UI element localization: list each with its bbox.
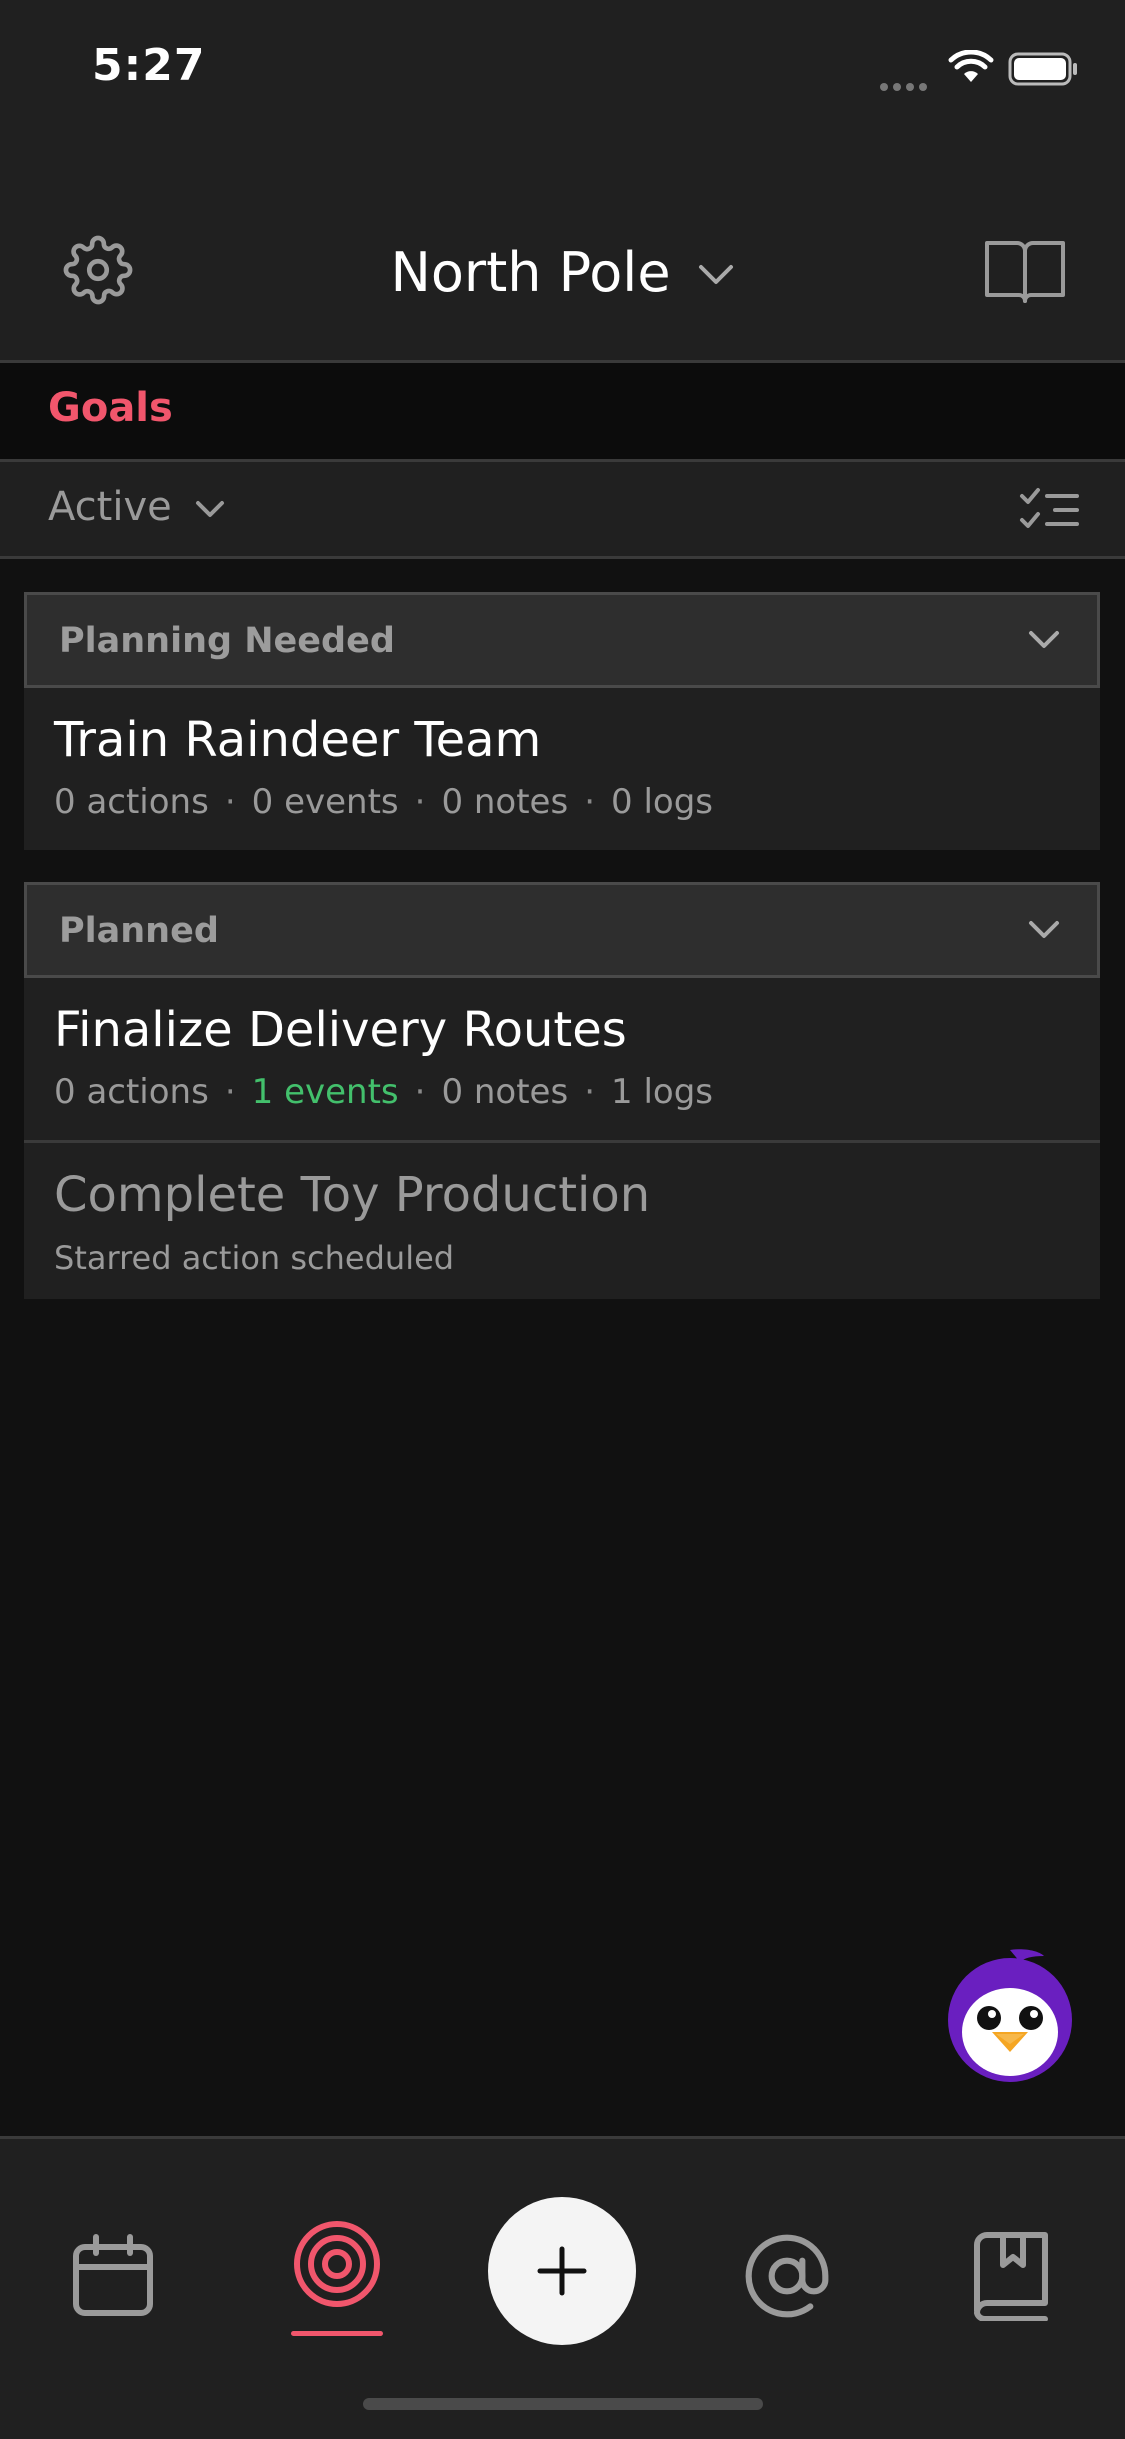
goal-events-count: 0 events	[251, 782, 399, 822]
penguin-assistant-button[interactable]	[944, 1946, 1076, 2084]
goal-notes-count: 0 notes	[441, 1072, 569, 1112]
group-title: Planned	[59, 911, 219, 951]
goal-actions-count: 0 actions	[54, 782, 209, 822]
cellular-signal-icon	[880, 76, 932, 95]
chevron-down-icon	[698, 265, 733, 284]
goal-title: Train Raindeer Team	[54, 712, 542, 768]
at-sign-icon	[745, 2234, 829, 2318]
stat-separator: ·	[224, 782, 236, 822]
stat-separator: ·	[414, 1072, 426, 1112]
status-filter-label: Active	[48, 484, 172, 530]
plus-icon	[537, 2246, 587, 2296]
goal-card-finalize-delivery-routes[interactable]: Finalize Delivery Routes 0 actions · 1 eve…	[24, 978, 1100, 1140]
stat-separator: ·	[414, 782, 426, 822]
group-header-planning-needed[interactable]: Planning Needed	[24, 592, 1100, 688]
active-tab-indicator	[291, 2331, 383, 2336]
top-header: North Pole	[0, 140, 1125, 363]
section-title-goals: Goals	[48, 385, 173, 431]
goal-subtitle: Starred action scheduled	[54, 1239, 455, 1277]
chevron-down-icon	[1029, 631, 1059, 648]
gear-icon	[63, 235, 133, 305]
penguin-icon	[948, 1949, 1072, 2082]
goal-actions-count: 0 actions	[54, 1072, 209, 1112]
goal-logs-count: 0 logs	[611, 782, 713, 822]
goal-card-complete-toy-production[interactable]: Complete Toy Production Starred action s…	[24, 1143, 1100, 1299]
goal-events-count: 1 events	[251, 1072, 399, 1112]
home-indicator	[363, 2398, 763, 2410]
goal-stats: 0 actions · 0 events · 0 notes · 0 logs	[54, 782, 713, 822]
section-bar: Goals	[0, 363, 1125, 462]
status-bar: 5:27	[0, 0, 1125, 140]
checklist-icon	[1020, 488, 1079, 528]
guide-button[interactable]	[980, 232, 1070, 312]
group-title: Planning Needed	[59, 621, 395, 661]
checklist-button[interactable]	[1010, 480, 1090, 540]
chevron-down-icon	[195, 501, 224, 517]
tab-library[interactable]	[956, 2221, 1066, 2331]
open-book-icon	[985, 241, 1065, 303]
battery-icon	[1008, 52, 1080, 90]
goal-notes-count: 0 notes	[441, 782, 569, 822]
tab-goals[interactable]	[282, 2209, 392, 2319]
add-button[interactable]	[488, 2197, 636, 2345]
status-filter-dropdown[interactable]: Active	[48, 484, 226, 530]
filter-bar: Active	[0, 462, 1125, 559]
bottom-tab-bar	[0, 2136, 1125, 2439]
calendar-icon	[73, 2234, 153, 2316]
status-time: 5:27	[92, 40, 206, 91]
stat-separator: ·	[224, 1072, 236, 1112]
workspace-name: North Pole	[390, 240, 671, 304]
goal-logs-count: 1 logs	[611, 1072, 713, 1112]
tab-calendar[interactable]	[58, 2221, 168, 2331]
workspace-selector[interactable]: North Pole	[390, 241, 734, 304]
goal-card-train-raindeer-team[interactable]: Train Raindeer Team 0 actions · 0 events · 0…	[24, 688, 1100, 850]
target-icon	[294, 2221, 380, 2307]
wifi-icon	[948, 49, 994, 88]
group-header-planned[interactable]: Planned	[24, 882, 1100, 978]
goal-title: Complete Toy Production	[54, 1167, 651, 1223]
goal-stats: 0 actions · 1 events · 0 notes · 1 logs	[54, 1072, 713, 1112]
chevron-down-icon	[1029, 921, 1059, 938]
goal-title: Finalize Delivery Routes	[54, 1002, 627, 1058]
bookmark-book-icon	[974, 2232, 1048, 2321]
settings-button[interactable]	[60, 232, 136, 308]
stat-separator: ·	[584, 1072, 596, 1112]
tab-mentions[interactable]	[732, 2221, 842, 2331]
stat-separator: ·	[584, 782, 596, 822]
